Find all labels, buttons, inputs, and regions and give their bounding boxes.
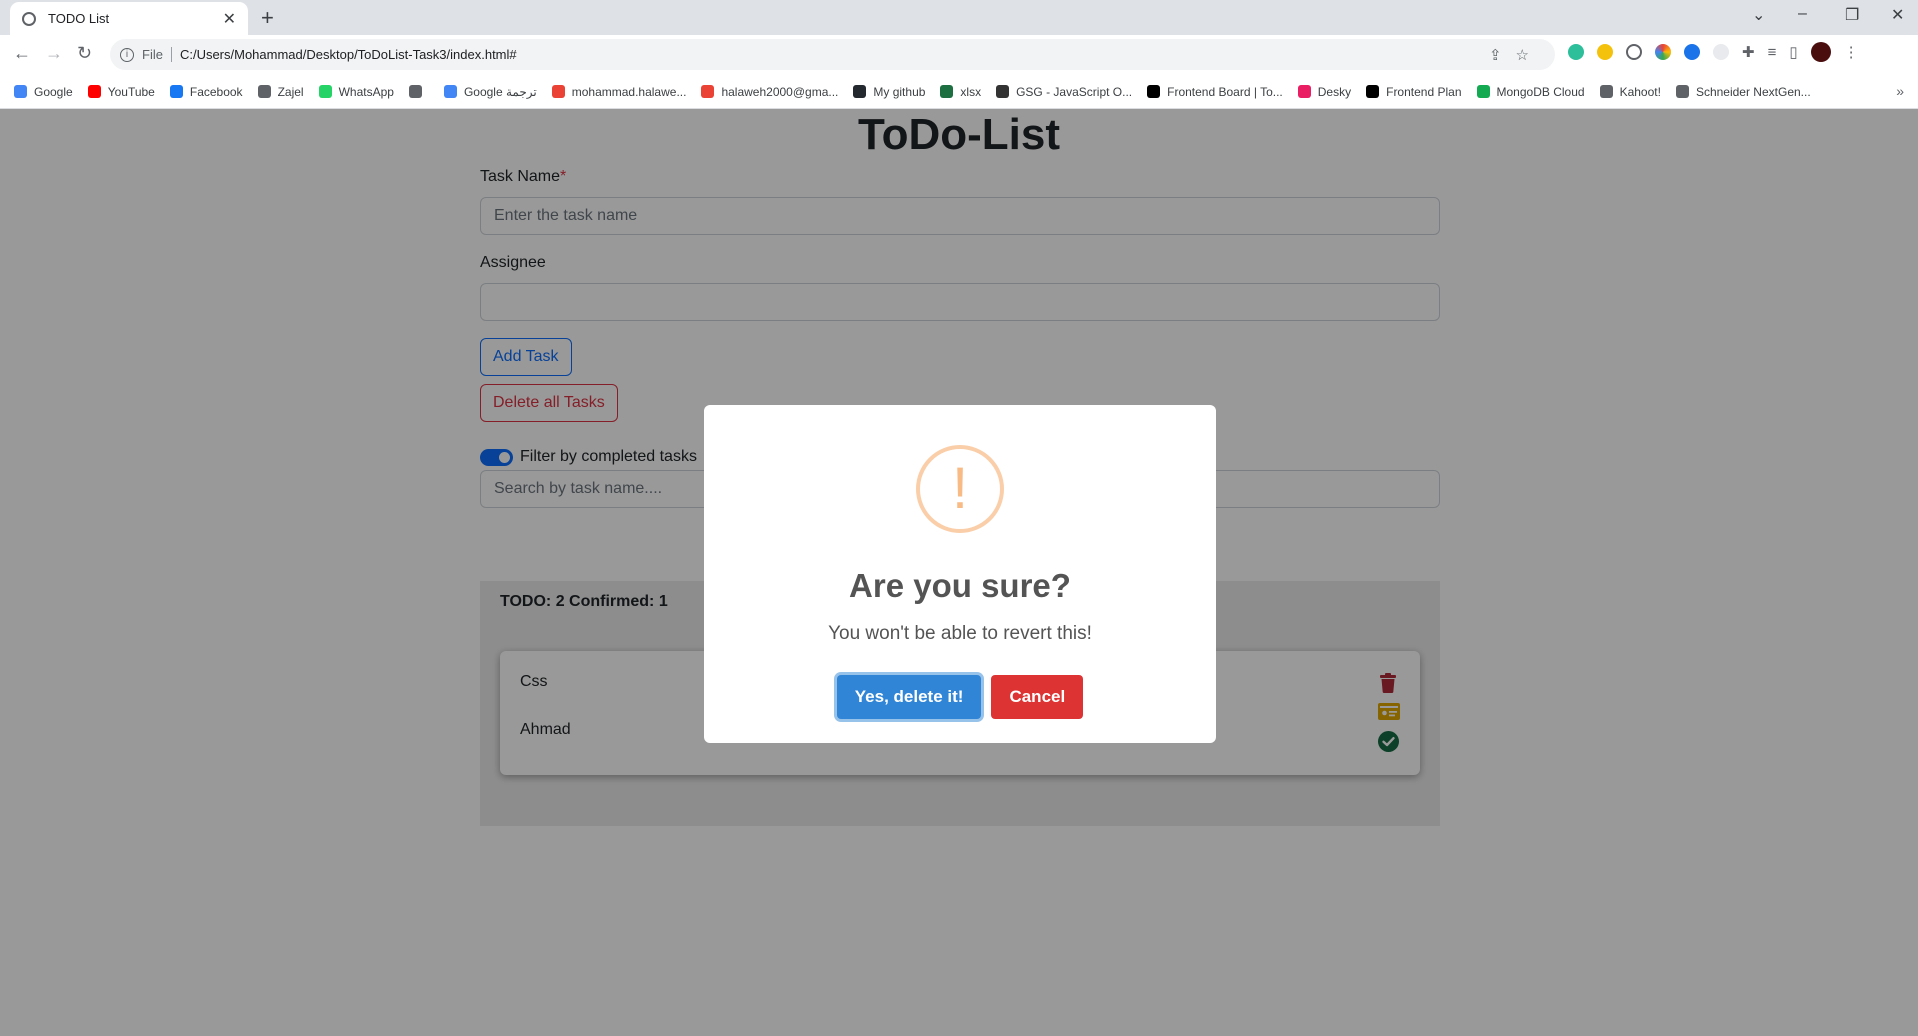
bookmark-item[interactable]: mohammad.halawe... bbox=[551, 84, 687, 99]
bookmark-item[interactable]: Facebook bbox=[169, 84, 243, 99]
bookmark-item[interactable]: Desky bbox=[1297, 84, 1352, 99]
dialog-text: You won't be able to revert this! bbox=[828, 623, 1092, 644]
confirm-delete-button[interactable]: Yes, delete it! bbox=[836, 675, 982, 719]
color-picker-extension-icon[interactable] bbox=[1655, 44, 1671, 60]
tab-title: TODO List bbox=[48, 11, 110, 26]
bookmark-icon bbox=[87, 85, 101, 98]
address-scheme: File bbox=[142, 47, 172, 62]
bookmark-item[interactable]: halaweh2000@gma... bbox=[701, 85, 838, 99]
bookmark-item[interactable]: GSG - JavaScript O... bbox=[996, 85, 1132, 99]
tab-search-chevron-icon[interactable]: ⌄ bbox=[1752, 5, 1765, 25]
restore-icon[interactable]: ❐ bbox=[1845, 5, 1859, 25]
bookmark-icon bbox=[996, 85, 1010, 98]
side-panel-icon[interactable]: ▯ bbox=[1789, 43, 1797, 61]
dialog-title: Are you sure? bbox=[849, 567, 1071, 604]
bookmark-item[interactable]: Google ترجمة bbox=[443, 84, 537, 99]
bookmark-label: Schneider NextGen... bbox=[1695, 84, 1811, 99]
share-and-star-icons[interactable]: ⇪☆ bbox=[1489, 46, 1543, 64]
bookmark-item[interactable]: MongoDB Cloud bbox=[1476, 84, 1585, 99]
bookmark-icon bbox=[551, 85, 565, 98]
bookmark-label: Desky bbox=[1317, 84, 1352, 99]
bookmark-item[interactable]: Frontend Plan bbox=[1366, 84, 1462, 99]
dialog-actions: Yes, delete it! Cancel bbox=[704, 675, 1216, 719]
menu-dots-icon[interactable]: ⋮ bbox=[1844, 43, 1859, 61]
bookmark-label: mohammad.halawe... bbox=[571, 84, 687, 99]
bookmark-icon bbox=[1675, 85, 1689, 98]
bookmark-label: GSG - JavaScript O... bbox=[1016, 84, 1133, 99]
back-arrow-icon[interactable]: ← bbox=[13, 43, 31, 64]
bookmark-item[interactable]: YouTube bbox=[87, 84, 155, 99]
bookmark-icon bbox=[1297, 85, 1311, 98]
bookmark-label: Kahoot! bbox=[1619, 84, 1661, 99]
magnifier-extension-icon[interactable] bbox=[1626, 44, 1642, 60]
bookmark-icon bbox=[853, 85, 867, 98]
bookmark-icon bbox=[318, 85, 332, 98]
bookmarks-more-icon[interactable]: » bbox=[1896, 83, 1904, 99]
bookmark-label: Zajel bbox=[277, 84, 304, 99]
cancel-button[interactable]: Cancel bbox=[991, 675, 1084, 719]
info-icon[interactable]: i bbox=[120, 47, 134, 62]
bookmark-label: My github bbox=[873, 84, 926, 99]
bookmark-label: Google ترجمة bbox=[463, 84, 537, 99]
bookmark-item[interactable]: WhatsApp bbox=[318, 84, 394, 99]
bookmark-icon bbox=[169, 85, 183, 98]
clock-extension-icon[interactable] bbox=[1713, 44, 1729, 60]
extension-icon[interactable] bbox=[1597, 44, 1613, 60]
bookmark-item[interactable]: Kahoot! bbox=[1599, 84, 1661, 99]
puzzle-icon[interactable]: ✚ bbox=[1742, 43, 1755, 61]
browser-chrome: TODO List ✕ + ⌄ – ❐ ✕ ← → ↻ i File C:/Us… bbox=[0, 0, 1918, 109]
confirm-dialog: ! Are you sure? You won't be able to rev… bbox=[704, 405, 1216, 743]
shield-extension-icon[interactable] bbox=[1568, 44, 1584, 60]
bookmark-icon bbox=[940, 85, 954, 98]
bookmark-label: halaweh2000@gma... bbox=[721, 84, 839, 99]
extensions-area: ✚ ≡ ▯ ⋮ bbox=[1568, 42, 1859, 62]
address-bar[interactable]: i File C:/Users/Mohammad/Desktop/ToDoLis… bbox=[110, 39, 1555, 70]
bookmark-label: YouTube bbox=[107, 84, 155, 99]
address-url[interactable]: C:/Users/Mohammad/Desktop/ToDoList-Task3… bbox=[180, 47, 517, 62]
bookmark-icon bbox=[257, 85, 271, 98]
window-close-icon[interactable]: ✕ bbox=[1891, 5, 1904, 25]
forward-arrow-icon[interactable]: → bbox=[45, 43, 63, 64]
bookmark-icon bbox=[701, 85, 715, 98]
bookmark-item[interactable]: Zajel bbox=[257, 84, 304, 99]
bookmark-item[interactable]: My github bbox=[853, 85, 925, 99]
globe-icon bbox=[22, 11, 36, 26]
bookmarks-bar: Google YouTube Facebook Zajel WhatsApp Google… bbox=[0, 75, 1918, 109]
bookmark-icon bbox=[1599, 85, 1613, 98]
minimize-icon[interactable]: – bbox=[1798, 5, 1807, 23]
browser-tab[interactable]: TODO List ✕ bbox=[10, 2, 248, 35]
bookmark-icon bbox=[1147, 85, 1161, 98]
bookmark-label: xlsx bbox=[960, 84, 982, 99]
bookmark-icon bbox=[1476, 85, 1490, 98]
bookmark-label: WhatsApp bbox=[338, 84, 394, 99]
bookmark-label: Google bbox=[34, 84, 73, 99]
bookmark-icon bbox=[408, 85, 422, 98]
bookmark-label: Facebook bbox=[189, 84, 243, 99]
reading-list-icon[interactable]: ≡ bbox=[1768, 44, 1777, 61]
blue-extension-icon[interactable] bbox=[1684, 44, 1700, 60]
avatar[interactable] bbox=[1810, 42, 1831, 62]
reload-icon[interactable]: ↻ bbox=[77, 43, 92, 64]
close-icon[interactable]: ✕ bbox=[223, 9, 236, 29]
tab-strip: TODO List ✕ + ⌄ – ❐ ✕ bbox=[0, 0, 1918, 35]
new-tab-button[interactable]: + bbox=[261, 5, 274, 31]
warning-icon: ! bbox=[916, 445, 1004, 533]
bookmark-item[interactable]: Schneider NextGen... bbox=[1675, 84, 1811, 99]
bookmark-icon bbox=[14, 85, 27, 98]
bookmark-item[interactable]: Frontend Board | To... bbox=[1147, 85, 1283, 99]
bookmark-item[interactable] bbox=[408, 85, 429, 98]
bookmark-label: MongoDB Cloud bbox=[1496, 84, 1585, 99]
bookmark-label: Frontend Plan bbox=[1386, 84, 1462, 99]
bookmark-item[interactable]: Google bbox=[14, 85, 73, 99]
bookmark-icon bbox=[443, 85, 457, 98]
bookmark-item[interactable]: xlsx bbox=[940, 85, 981, 99]
bookmark-icon bbox=[1366, 85, 1380, 98]
bookmark-label: Frontend Board | To... bbox=[1167, 84, 1283, 99]
